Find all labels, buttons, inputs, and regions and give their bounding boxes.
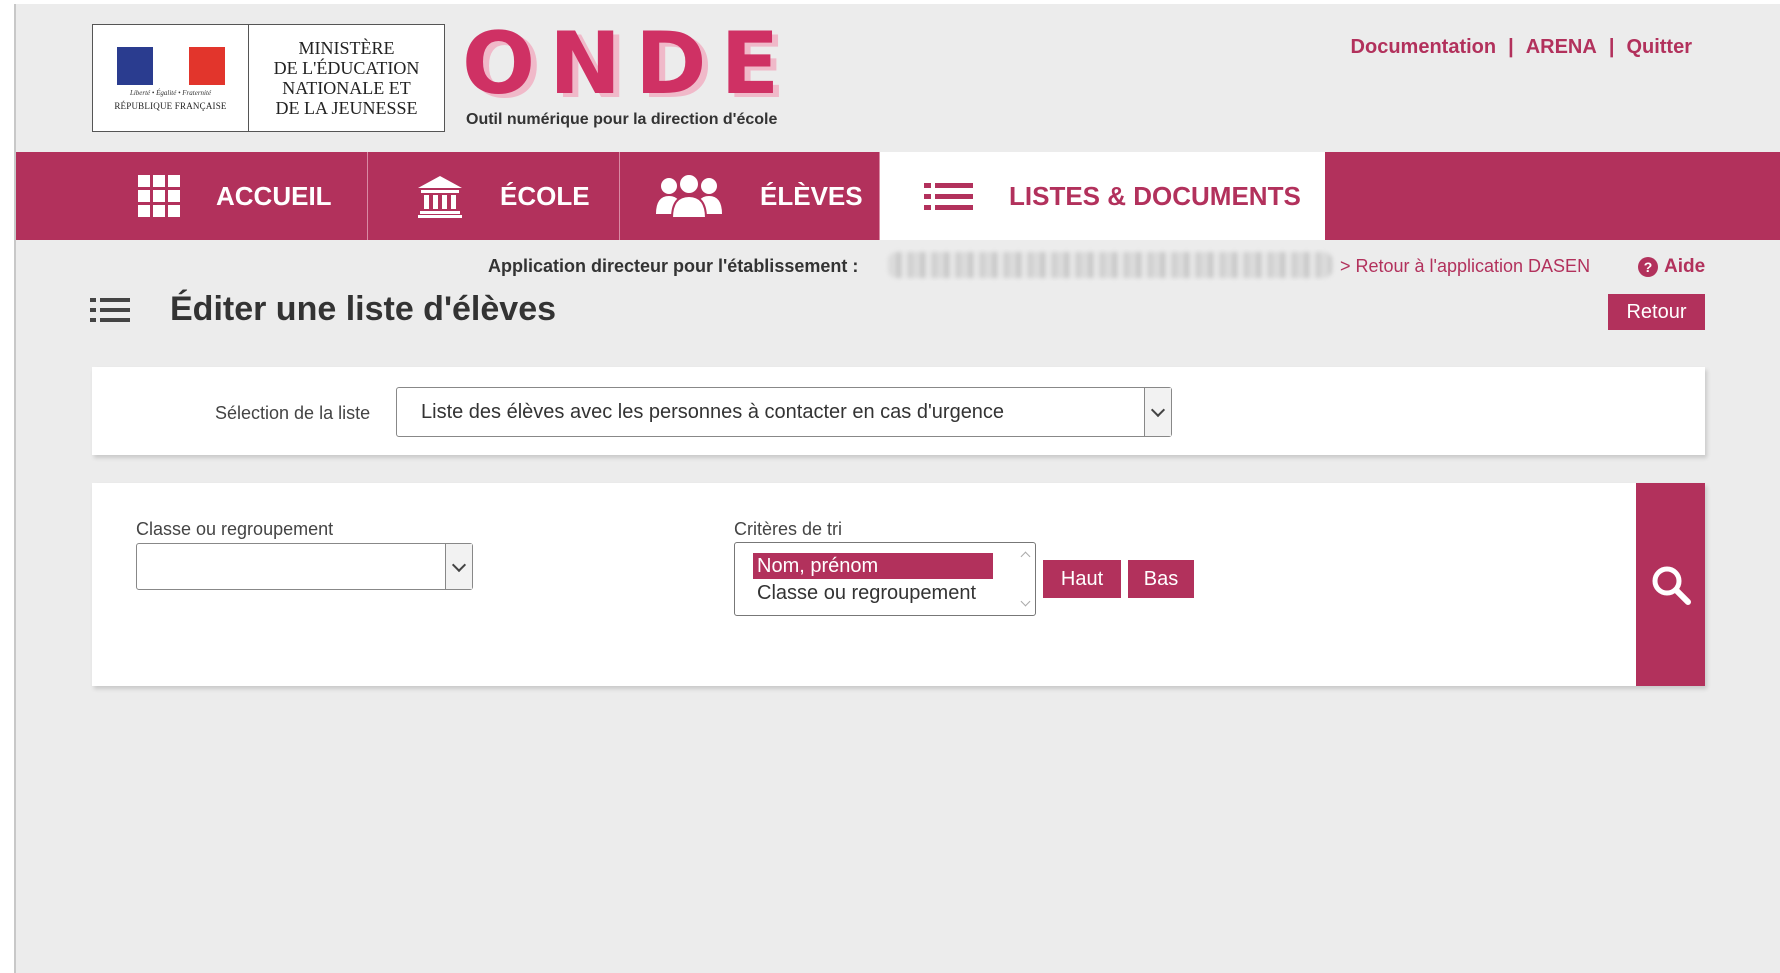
list-selection-value: Liste des élèves avec les personnes à co… [421, 400, 1005, 423]
search-icon [1652, 566, 1691, 605]
move-up-button[interactable]: Haut [1043, 560, 1121, 598]
scroll-down-icon [1020, 596, 1031, 607]
separator: | [1508, 36, 1514, 58]
ministry-logo: Liberté • Égalité • Fraternité RÉPUBLIQU… [92, 24, 445, 132]
quitter-link[interactable]: Quitter [1626, 36, 1692, 58]
school-building-icon [416, 174, 464, 218]
listbox-scrollbar[interactable] [1017, 543, 1035, 615]
move-down-button[interactable]: Bas [1128, 560, 1194, 598]
documentation-link[interactable]: Documentation [1351, 36, 1497, 58]
criteria-option-classe[interactable]: Classe ou regroupement [753, 580, 993, 606]
arena-link[interactable]: ARENA [1526, 36, 1597, 58]
criteria-option-nom-prenom[interactable]: Nom, prénom [753, 553, 993, 579]
french-flag-icon [117, 47, 225, 85]
chevron-down-icon [445, 544, 472, 589]
criteria-label: Critères de tri [734, 519, 843, 539]
nav-item-accueil[interactable]: ACCUEIL [16, 152, 368, 240]
list-selection-label: Sélection de la liste [215, 403, 371, 423]
establishment-name-redacted [888, 252, 1332, 278]
classe-label: Classe ou regroupement [136, 519, 334, 539]
grid-icon [138, 175, 180, 217]
list-icon [90, 298, 130, 322]
establishment-label: Application directeur pour l'établisseme… [488, 256, 859, 276]
list-selection-select[interactable]: Liste des élèves avec les personnes à co… [396, 387, 1172, 437]
search-button[interactable] [1636, 483, 1705, 686]
nav-item-ecole[interactable]: ÉCOLE [368, 152, 620, 240]
nav-item-eleves[interactable]: ÉLÈVES [620, 152, 880, 240]
top-links: Documentation | ARENA | Quitter [1351, 36, 1692, 59]
chevron-down-icon [1144, 388, 1171, 436]
list-icon [924, 182, 973, 210]
nav-item-label: ACCUEIL [216, 180, 332, 211]
republic-motto: Liberté • Égalité • Fraternité [129, 89, 212, 97]
students-group-icon [654, 174, 724, 218]
nav-item-listes-documents[interactable]: LISTES & DOCUMENTS [880, 152, 1325, 240]
scroll-up-icon [1020, 551, 1031, 562]
nav-item-label: ÉLÈVES [760, 180, 863, 211]
app-logo-title: ONDE [462, 14, 794, 114]
marianne-emblem: Liberté • Égalité • Fraternité RÉPUBLIQU… [93, 25, 249, 131]
nav-item-label: LISTES & DOCUMENTS [1009, 180, 1301, 211]
page-title: Éditer une liste d'élèves [170, 290, 557, 328]
help-label: Aide [1664, 256, 1706, 277]
help-link[interactable]: ? Aide [1638, 256, 1705, 278]
nav-item-label: ÉCOLE [500, 180, 590, 211]
classe-select[interactable] [136, 543, 473, 590]
app-subtitle: Outil numérique pour la direction d'écol… [466, 111, 778, 128]
criteria-listbox[interactable]: Nom, prénom Classe ou regroupement [734, 542, 1036, 616]
ministry-name: MINISTÈRE DE L'ÉDUCATION NATIONALE ET DE… [273, 38, 420, 118]
retour-button[interactable]: Retour [1608, 294, 1705, 330]
help-icon: ? [1638, 257, 1658, 277]
back-to-dasen-link[interactable]: > Retour à l'application DASEN [1340, 256, 1590, 277]
separator: | [1608, 36, 1615, 58]
main-nav: ACCUEIL ÉCOLE ÉLÈVES LISTES & DOCUMENTS [16, 152, 1780, 240]
republic-name: RÉPUBLIQUE FRANÇAISE [114, 101, 227, 111]
